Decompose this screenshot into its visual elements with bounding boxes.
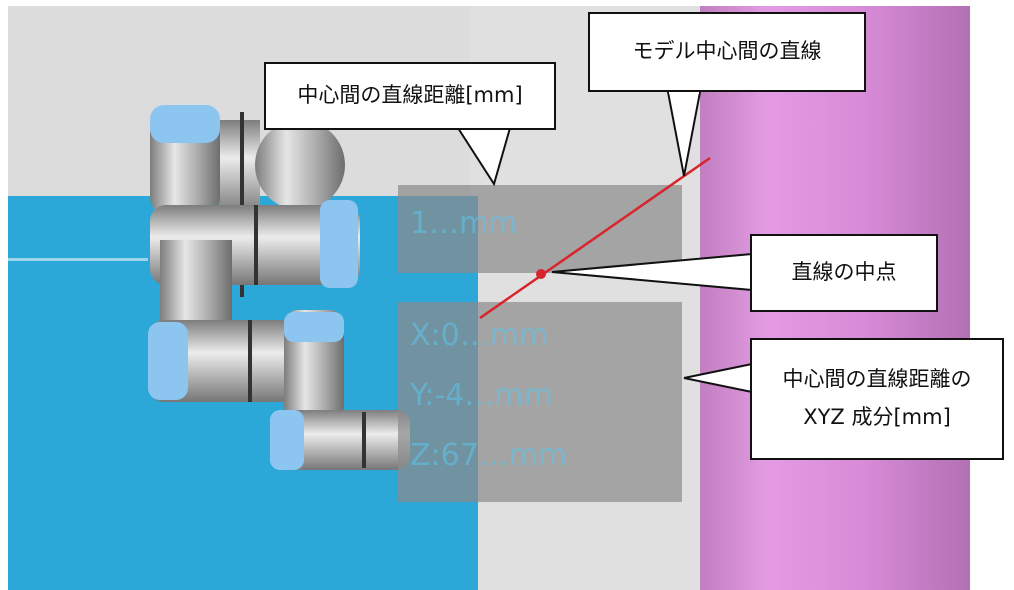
- callout-xyz-components: 中心間の直線距離の XYZ 成分[mm]: [750, 338, 1004, 460]
- callout-tail-midpoint: [551, 252, 753, 292]
- callout-model-center-line: モデル中心間の直線: [588, 12, 866, 92]
- callout-center-distance: 中心間の直線距離[mm]: [264, 62, 556, 130]
- midpoint-marker: [536, 269, 546, 279]
- center-line: [479, 156, 711, 320]
- callout-midpoint: 直線の中点: [750, 234, 938, 312]
- viewport-3d[interactable]: 1…mm X:0…mm Y:-4…mm Z:67…mm モデル中心間の直線 中心…: [0, 0, 1014, 590]
- callout-tail-xyz: [683, 362, 753, 394]
- callout-xyz-line2: XYZ 成分[mm]: [803, 405, 951, 429]
- callout-midpoint-text: 直線の中点: [791, 260, 897, 285]
- callout-tail-center-line: [666, 91, 702, 177]
- callout-center-distance-text: 中心間の直線距離[mm]: [297, 83, 523, 108]
- callout-tail-center-distance: [456, 127, 512, 187]
- callout-xyz-line1: 中心間の直線距離の: [782, 367, 972, 392]
- callout-model-center-line-text: モデル中心間の直線: [632, 39, 822, 64]
